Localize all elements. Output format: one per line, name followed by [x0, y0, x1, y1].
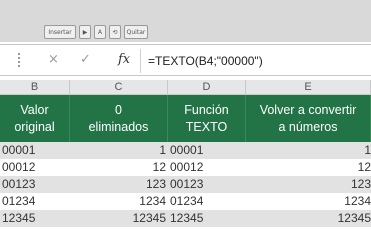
cell-text-function[interactable]: 01234 [168, 193, 246, 210]
cell-back-to-number[interactable]: 12 [246, 159, 371, 176]
insert-function-icon[interactable]: fx [118, 52, 130, 67]
column-header-c[interactable]: C [70, 80, 168, 95]
remove-button[interactable]: Quitar [124, 25, 148, 39]
cell-original[interactable]: 00001 [0, 142, 70, 159]
formula-bar: × ✓ fx =TEXTO(B4;"00000") [0, 44, 371, 76]
insert-button[interactable]: Insertar [44, 25, 76, 39]
cell-original[interactable]: 00123 [0, 176, 70, 193]
header-valor-original[interactable]: Valor original [0, 95, 70, 142]
column-header-e[interactable]: E [246, 80, 371, 95]
ribbon-strip: Insertar ▶ A ⟲ Quitar [0, 0, 371, 42]
formula-bar-grip [18, 53, 20, 69]
mini-toolbar: Insertar ▶ A ⟲ Quitar [44, 24, 148, 40]
cancel-icon[interactable]: × [48, 52, 59, 67]
header-volver-a-numeros[interactable]: Volver a convertir a números [246, 95, 371, 142]
header-ceros-eliminados[interactable]: 0 eliminados [70, 95, 168, 142]
font-button[interactable]: A [94, 25, 106, 39]
play-button[interactable]: ▶ [79, 25, 91, 39]
cell-zeros-removed[interactable]: 123 [70, 176, 166, 193]
cell-zeros-removed[interactable]: 1 [70, 142, 166, 159]
cell-zeros-removed[interactable]: 1234 [70, 193, 166, 210]
formula-input[interactable]: =TEXTO(B4;"00000") [140, 49, 371, 73]
cell-text-function[interactable]: 12345 [168, 210, 246, 227]
enter-icon[interactable]: ✓ [80, 52, 91, 67]
cell-zeros-removed[interactable]: 12 [70, 159, 166, 176]
header-funcion-texto[interactable]: Función TEXTO [168, 95, 246, 142]
header-text: Volver a convertir a números [259, 102, 357, 134]
cell-back-to-number[interactable]: 1234 [246, 193, 371, 210]
cell-back-to-number[interactable]: 123 [246, 176, 371, 193]
cell-zeros-removed[interactable]: 12345 [70, 210, 166, 227]
cell-back-to-number[interactable]: 1 [246, 142, 371, 159]
header-text: 0 eliminados [88, 102, 149, 134]
cell-back-to-number[interactable]: 12345 [246, 210, 371, 227]
header-text: Función TEXTO [184, 102, 229, 134]
column-header-d[interactable]: D [168, 80, 246, 95]
cell-text-function[interactable]: 00012 [168, 159, 246, 176]
cell-original[interactable]: 01234 [0, 193, 70, 210]
undo-button[interactable]: ⟲ [109, 25, 121, 39]
cell-original[interactable]: 00012 [0, 159, 70, 176]
header-text: Valor original [14, 102, 55, 134]
column-header-b[interactable]: B [0, 80, 70, 95]
cell-text-function[interactable]: 00001 [168, 142, 246, 159]
cell-text-function[interactable]: 00123 [168, 176, 246, 193]
cell-original[interactable]: 12345 [0, 210, 70, 227]
